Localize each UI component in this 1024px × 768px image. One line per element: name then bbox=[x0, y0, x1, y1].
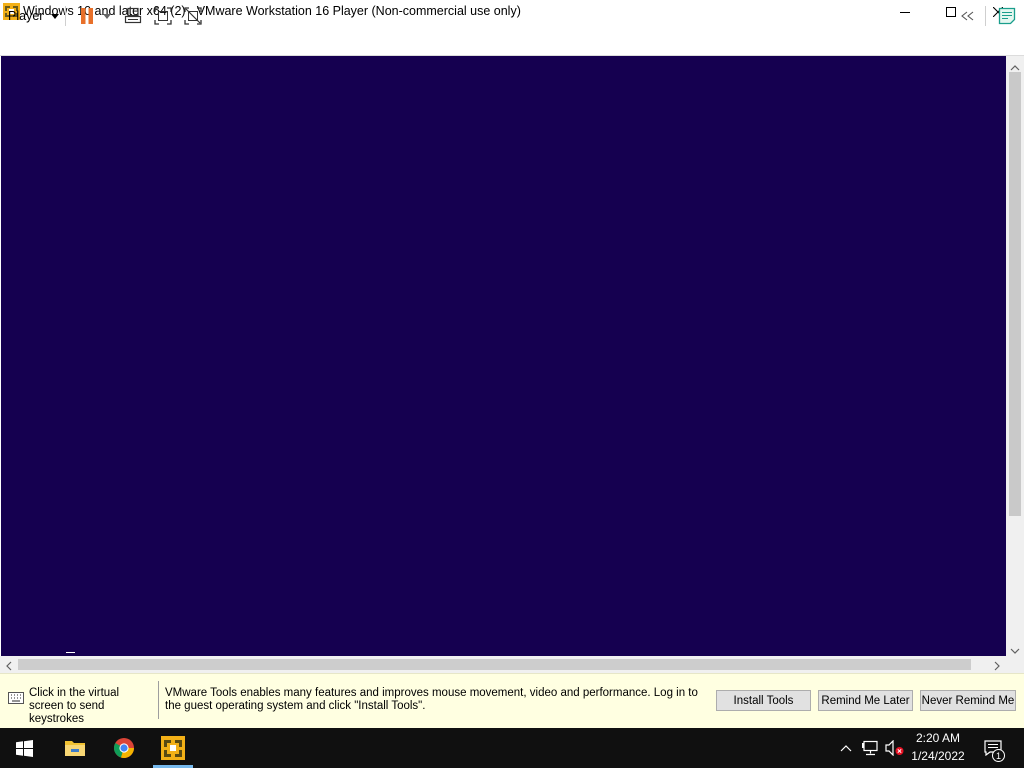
chevron-down-icon bbox=[51, 13, 60, 19]
scroll-left-arrow[interactable] bbox=[5, 660, 12, 674]
keystroke-hint: Click in the virtual screen to send keys… bbox=[29, 687, 120, 725]
chevron-up-icon bbox=[840, 745, 852, 752]
minimize-button[interactable] bbox=[882, 0, 928, 23]
start-icon bbox=[15, 739, 33, 757]
pause-icon bbox=[81, 8, 93, 24]
toolbar bbox=[0, 23, 1024, 56]
chrome-button[interactable] bbox=[100, 728, 148, 768]
start-button[interactable] bbox=[0, 728, 48, 768]
messages-button[interactable] bbox=[996, 5, 1018, 27]
full-screen-button[interactable] bbox=[152, 5, 174, 27]
network-button[interactable] bbox=[861, 738, 881, 758]
remind-me-later-button[interactable]: Remind Me Later bbox=[818, 690, 913, 711]
messages-icon bbox=[998, 7, 1016, 25]
chevron-left-icon bbox=[6, 661, 12, 671]
network-icon bbox=[862, 740, 878, 756]
chrome-icon bbox=[113, 738, 134, 758]
virtual-machine-screen[interactable] bbox=[1, 56, 1006, 656]
collapse-icon bbox=[961, 11, 974, 21]
send-ctrl-alt-del-icon bbox=[124, 7, 142, 24]
chevron-right-icon bbox=[994, 661, 1000, 671]
minimize-icon bbox=[900, 11, 910, 13]
maximize-icon bbox=[946, 6, 956, 17]
never-remind-me-button[interactable]: Never Remind Me bbox=[920, 690, 1016, 711]
pause-button[interactable] bbox=[76, 5, 98, 27]
vmware-tools-message: VMware Tools enables many features and i… bbox=[165, 687, 698, 712]
scrollbar-corner bbox=[1006, 656, 1024, 673]
keyboard-icon bbox=[8, 692, 24, 706]
file-explorer-icon bbox=[65, 741, 85, 756]
send-ctrl-alt-del-button[interactable] bbox=[122, 5, 144, 27]
chevron-down-icon bbox=[1010, 648, 1020, 654]
notification-count-badge: 1 bbox=[992, 749, 1005, 762]
player-menu-button[interactable]: Player bbox=[4, 5, 63, 27]
toolbar-divider bbox=[65, 6, 66, 26]
message-divider bbox=[158, 681, 159, 719]
horizontal-scrollbar-thumb[interactable] bbox=[18, 659, 971, 670]
unity-icon bbox=[184, 7, 202, 25]
scroll-right-arrow[interactable] bbox=[994, 660, 1001, 674]
full-screen-icon bbox=[154, 7, 172, 25]
vmware-player-icon bbox=[161, 736, 185, 760]
power-options-dropdown[interactable] bbox=[97, 5, 117, 27]
vertical-scrollbar-thumb[interactable] bbox=[1009, 72, 1021, 516]
chevron-up-icon bbox=[1010, 65, 1020, 71]
player-menu-label: Player bbox=[8, 9, 44, 23]
collapse-toolbar-button[interactable] bbox=[957, 5, 979, 27]
clock-time[interactable]: 2:20 AM bbox=[902, 731, 974, 745]
unity-button[interactable] bbox=[182, 5, 204, 27]
dropdown-icon bbox=[103, 13, 111, 19]
show-hidden-icons-button[interactable] bbox=[838, 738, 854, 758]
clock-date[interactable]: 1/24/2022 bbox=[902, 749, 974, 763]
toolbar-divider bbox=[985, 6, 986, 26]
install-tools-button[interactable]: Install Tools bbox=[716, 690, 811, 711]
vmware-player-taskbar-button[interactable] bbox=[149, 728, 197, 768]
file-explorer-button[interactable] bbox=[51, 728, 99, 768]
